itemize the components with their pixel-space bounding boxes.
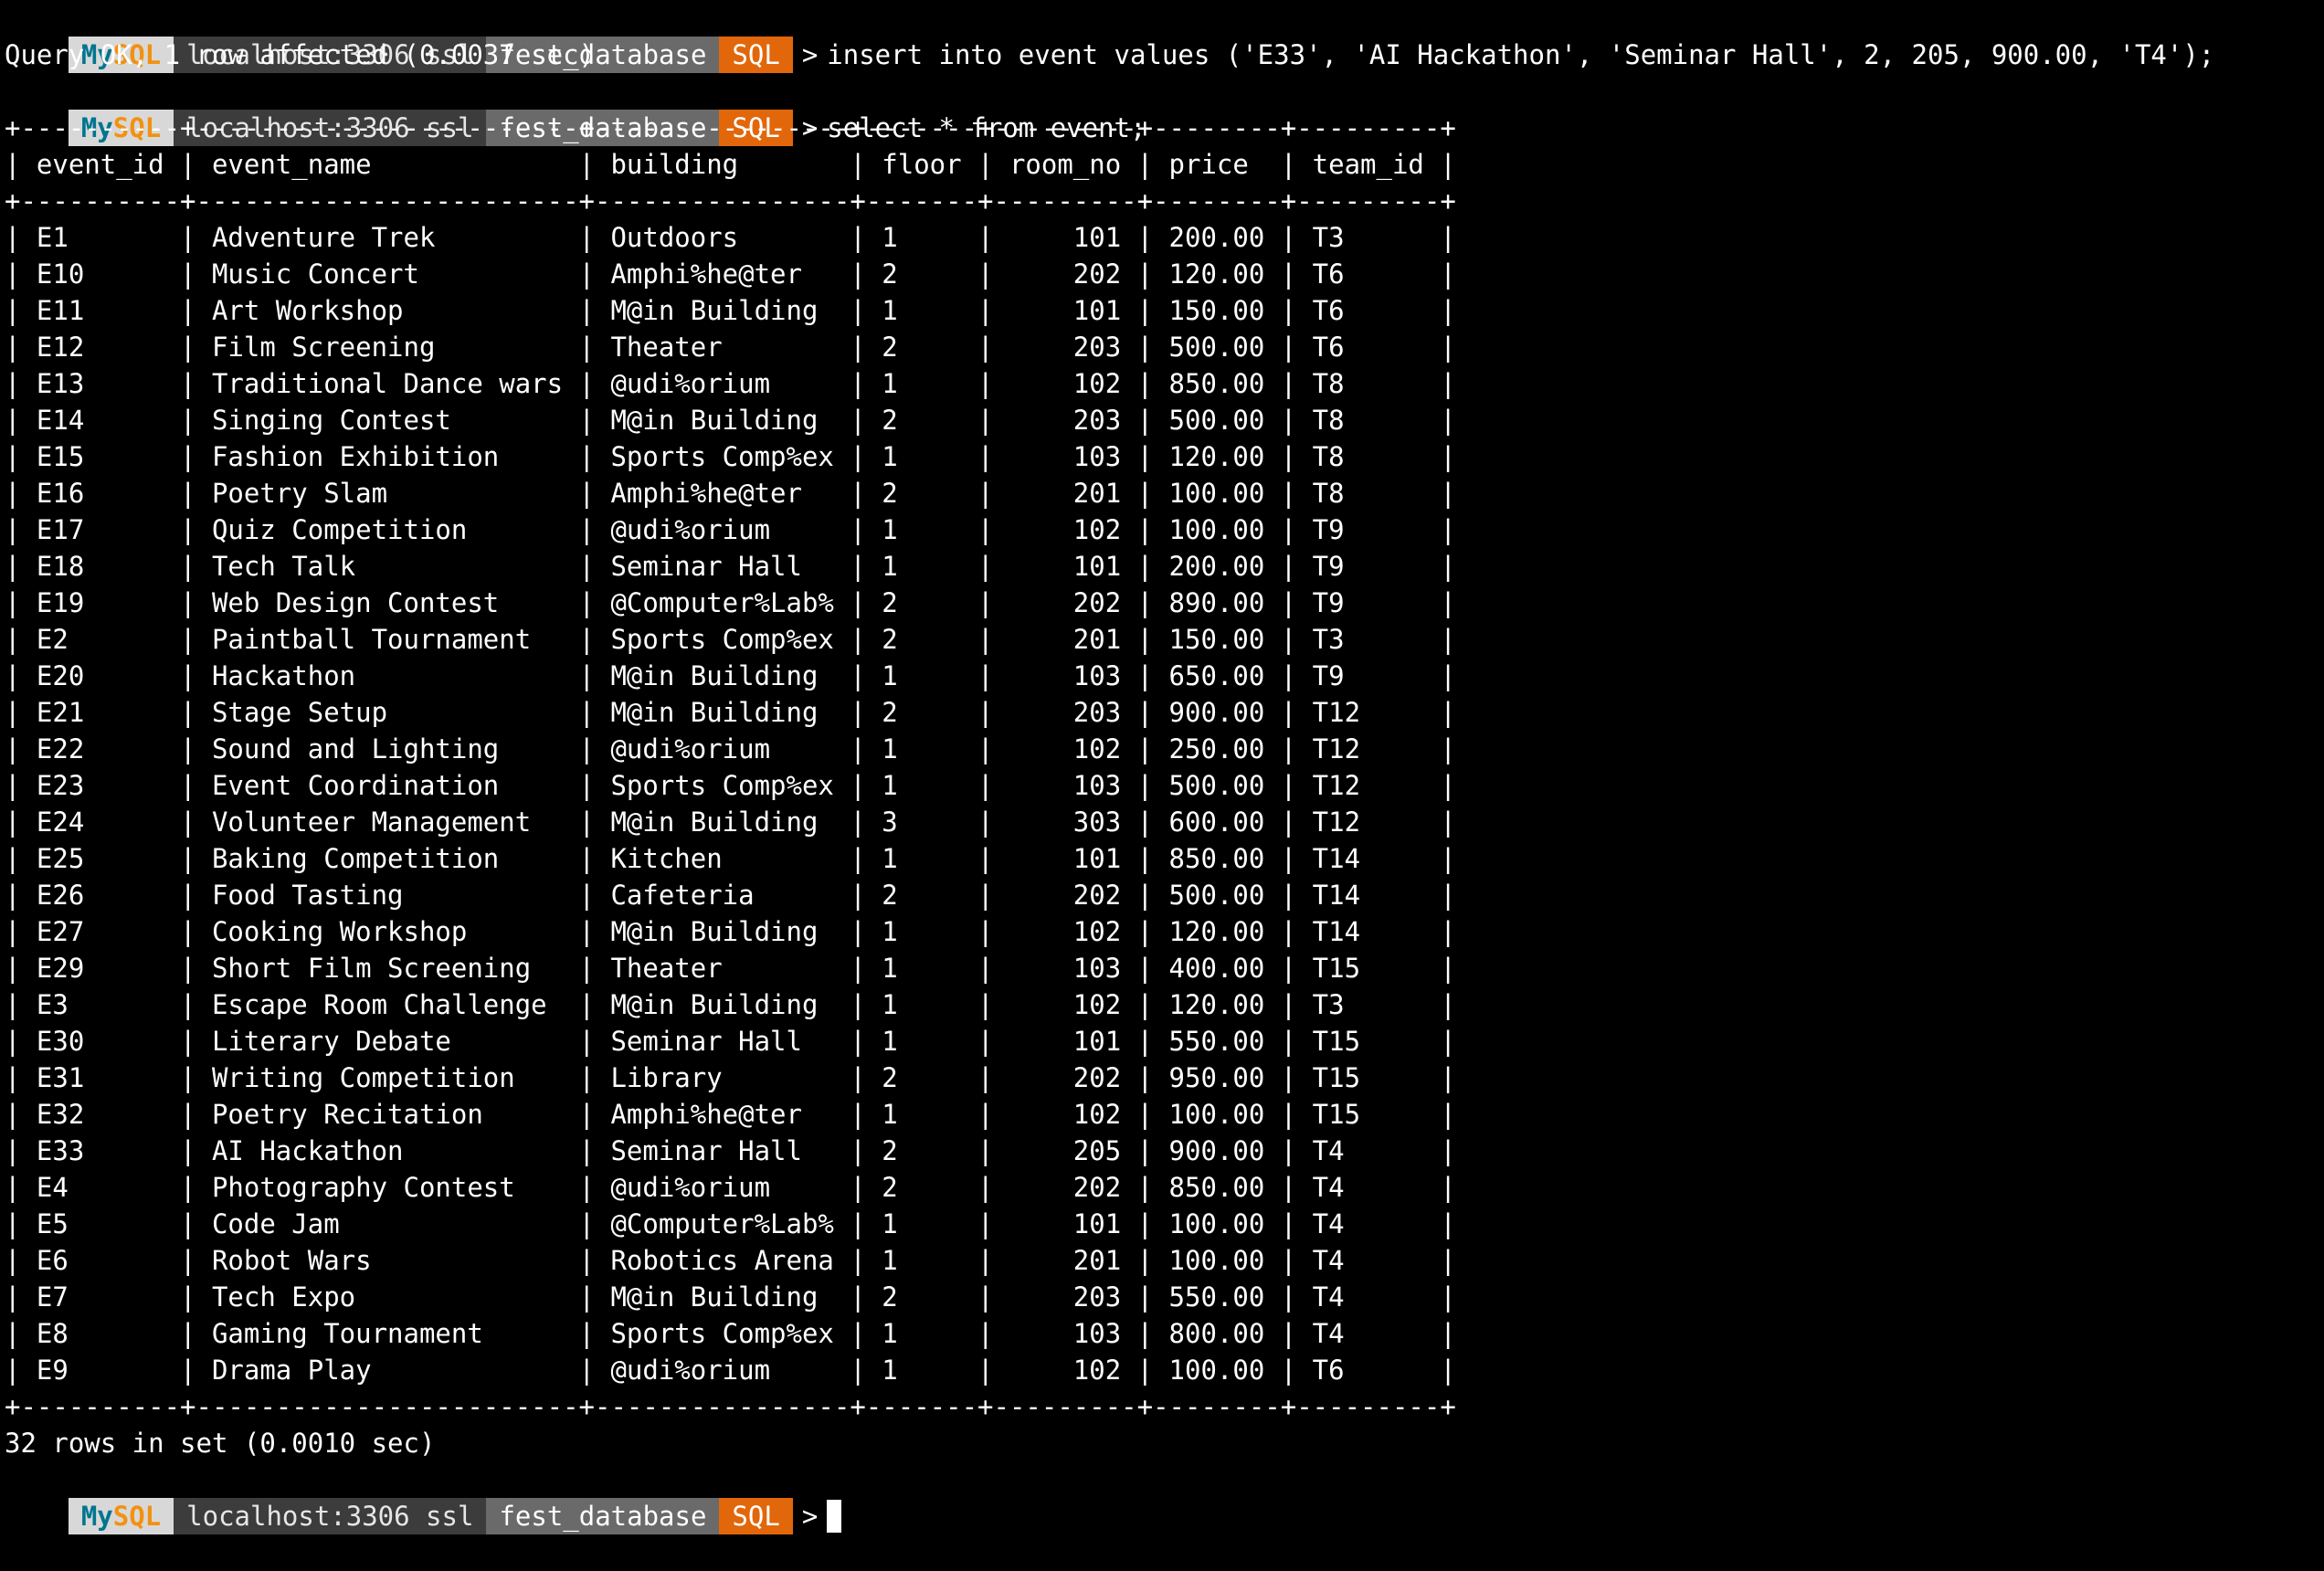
text-cursor[interactable] [827, 1500, 842, 1533]
table-row: | E11 | Art Workshop | M@in Building | 1… [5, 295, 1456, 326]
table-row: | E27 | Cooking Workshop | M@in Building… [5, 916, 1456, 947]
prompt-line-insert: MySQL localhost:3306 ssl fest_database SQL >… [5, 0, 2324, 73]
database-segment: fest_database [486, 1498, 720, 1534]
table-row: | E30 | Literary Debate | Seminar Hall |… [5, 1026, 1456, 1057]
table-row: | E24 | Volunteer Management | M@in Buil… [5, 807, 1456, 838]
table-row: | E21 | Stage Setup | M@in Building | 2 … [5, 697, 1456, 728]
table-row: | E18 | Tech Talk | Seminar Hall | 1 | 1… [5, 551, 1456, 582]
select-result: 32 rows in set (0.0010 sec) [5, 1428, 436, 1459]
table-row: | E32 | Poetry Recitation | Amphi%he@ter… [5, 1099, 1456, 1130]
table-row: | E8 | Gaming Tournament | Sports Comp%e… [5, 1318, 1456, 1349]
insert-result: Query OK, 1 row affected (0.0037 sec) [5, 39, 596, 70]
table-row: | E20 | Hackathon | M@in Building | 1 | … [5, 660, 1456, 691]
table-row: | E6 | Robot Wars | Robotics Arena | 1 |… [5, 1245, 1456, 1276]
table-row: | E22 | Sound and Lighting | @udi%orium … [5, 733, 1456, 764]
table-row: | E16 | Poetry Slam | Amphi%he@ter | 2 |… [5, 478, 1456, 509]
mysql-badge: MySQL [68, 1498, 174, 1534]
table-row: | E13 | Traditional Dance wars | @udi%or… [5, 368, 1456, 399]
table-row: | E31 | Writing Competition | Library | … [5, 1062, 1456, 1093]
host-segment: localhost:3306 ssl [174, 1498, 487, 1534]
table-row: | E14 | Singing Contest | M@in Building … [5, 405, 1456, 436]
prompt-line-current[interactable]: MySQL localhost:3306 ssl fest_database SQL > [5, 1461, 2324, 1534]
table-row: | E1 | Adventure Trek | Outdoors | 1 | 1… [5, 222, 1456, 253]
table-row: | E26 | Food Tasting | Cafeteria | 2 | 2… [5, 880, 1456, 911]
table-row: | E25 | Baking Competition | Kitchen | 1… [5, 843, 1456, 874]
table-row: | E4 | Photography Contest | @udi%orium … [5, 1172, 1456, 1203]
table-row: | E12 | Film Screening | Theater | 2 | 2… [5, 332, 1456, 363]
table-row: | E29 | Short Film Screening | Theater |… [5, 953, 1456, 984]
prompt-arrow: > [801, 1501, 819, 1532]
table-border: +----------+------------------------+---… [5, 112, 1456, 143]
table-row: | E5 | Code Jam | @Computer%Lab% | 1 | 1… [5, 1208, 1456, 1239]
mode-segment: SQL [719, 1498, 793, 1534]
table-row: | E2 | Paintball Tournament | Sports Com… [5, 624, 1456, 655]
table-row: | E7 | Tech Expo | M@in Building | 2 | 2… [5, 1281, 1456, 1313]
table-border: +----------+------------------------+---… [5, 1391, 1456, 1422]
table-border: +----------+------------------------+---… [5, 185, 1456, 216]
table-row: | E33 | AI Hackathon | Seminar Hall | 2 … [5, 1135, 1456, 1166]
terminal[interactable]: MySQL localhost:3306 ssl fest_database SQL >… [0, 0, 2324, 1534]
table-row: | E19 | Web Design Contest | @Computer%L… [5, 587, 1456, 618]
table-row: | E17 | Quiz Competition | @udi%orium | … [5, 514, 1456, 545]
table-row: | E3 | Escape Room Challenge | M@in Buil… [5, 989, 1456, 1020]
prompt-line-select: MySQL localhost:3306 ssl fest_database SQL >… [5, 73, 2324, 146]
table-header: | event_id | event_name | building | flo… [5, 149, 1456, 180]
table-row: | E9 | Drama Play | @udi%orium | 1 | 102… [5, 1355, 1456, 1386]
table-row: | E15 | Fashion Exhibition | Sports Comp… [5, 441, 1456, 472]
table-row: | E23 | Event Coordination | Sports Comp… [5, 770, 1456, 801]
table-row: | E10 | Music Concert | Amphi%he@ter | 2… [5, 258, 1456, 290]
result-table: +----------+------------------------+---… [5, 110, 2324, 1425]
